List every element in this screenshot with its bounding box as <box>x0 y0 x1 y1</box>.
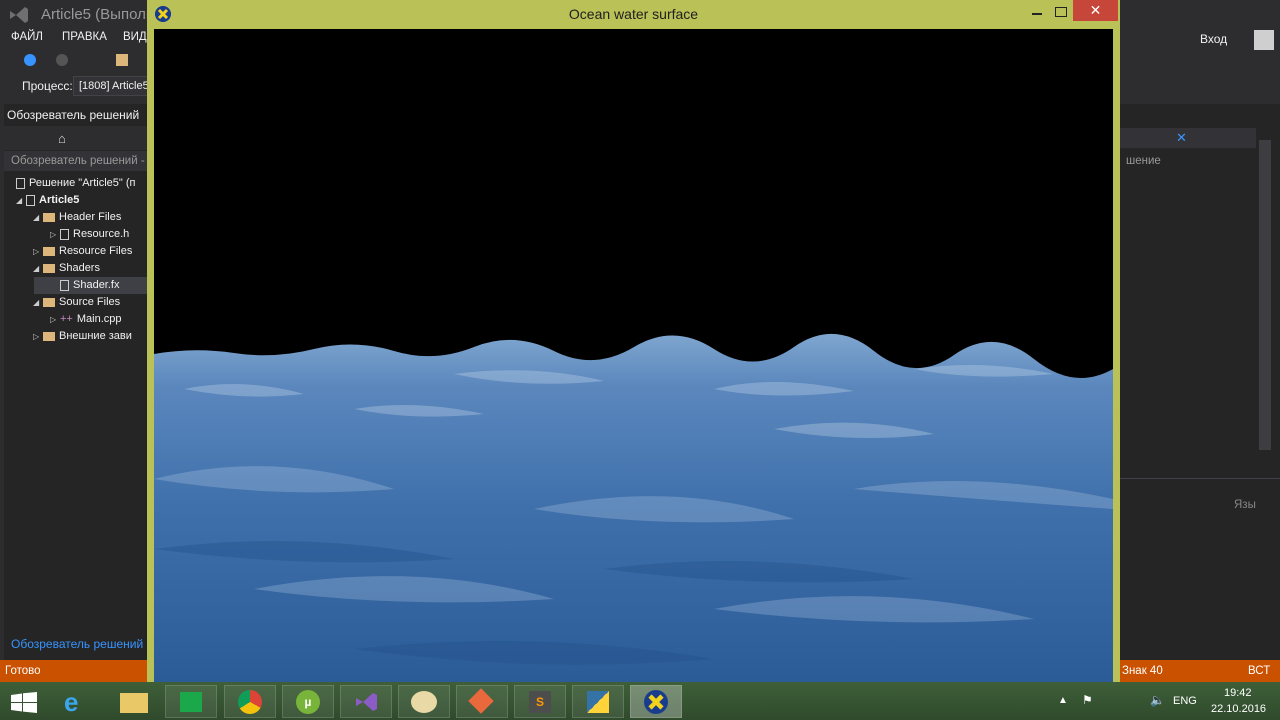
expanded-arrow-icon: ◢ <box>33 298 40 307</box>
expanded-arrow-icon: ◢ <box>16 196 23 205</box>
tree-external-deps[interactable]: ▷ Внешние зави <box>33 328 154 345</box>
taskbar-store[interactable] <box>165 685 217 718</box>
volume-icon[interactable]: 🔈 <box>1150 693 1165 707</box>
tree-main-cpp[interactable]: ▷ ++ Main.cpp <box>50 311 154 328</box>
ocean-surface-render <box>154 333 1113 682</box>
sublime-icon: S <box>529 691 551 713</box>
vertical-scrollbar[interactable] <box>1259 140 1271 450</box>
status-column: Знак 40 <box>1122 665 1163 677</box>
tray-overflow-icon[interactable]: ▲ <box>1058 695 1068 706</box>
home-icon[interactable]: ⌂ <box>58 131 66 146</box>
taskbar-chrome[interactable] <box>224 685 276 718</box>
right-panel-label: шение <box>1126 155 1161 167</box>
tree-solution[interactable]: Решение "Article5" (п <box>16 175 154 192</box>
clear-icon[interactable]: ✕ <box>1176 130 1187 146</box>
file-icon <box>60 279 69 291</box>
clock-date[interactable]: 22.10.2016 <box>1211 703 1266 715</box>
input-language[interactable]: ENG <box>1173 695 1197 707</box>
directx-app-icon <box>155 6 171 22</box>
close-button[interactable]: ✕ <box>1073 0 1118 21</box>
solution-explorer-tab[interactable]: Обозреватель решений <box>11 637 143 651</box>
taskbar-explorer[interactable] <box>108 685 160 718</box>
collapsed-arrow-icon: ▷ <box>33 332 40 341</box>
store-icon <box>180 692 202 712</box>
folder-icon <box>43 212 55 222</box>
open-folder-icon[interactable] <box>116 54 128 66</box>
solution-explorer-search[interactable]: Обозреватель решений - п <box>4 151 154 171</box>
minimize-icon <box>1032 13 1042 15</box>
menu-view[interactable]: ВИД <box>123 31 147 43</box>
taskbar-git[interactable] <box>456 685 508 718</box>
tree-project[interactable]: ◢ Article5 <box>16 192 154 209</box>
taskbar-ocean-app[interactable] <box>630 685 682 718</box>
start-icon <box>11 692 37 713</box>
solution-icon <box>16 177 25 189</box>
expanded-arrow-icon: ◢ <box>33 213 40 222</box>
folder-icon <box>43 263 55 273</box>
process-label: Процесс: <box>22 79 73 93</box>
tree-shaders[interactable]: ◢ Shaders <box>33 260 154 277</box>
utorrent-icon: µ <box>296 690 320 714</box>
visualstudio-icon <box>356 693 377 711</box>
taskbar-ie[interactable]: e <box>52 685 104 718</box>
status-ready: Готово <box>5 665 41 677</box>
back-icon[interactable] <box>24 54 36 66</box>
clock-time[interactable]: 19:42 <box>1224 687 1252 699</box>
language-column-label: Язы <box>1234 499 1256 511</box>
cpp-file-icon: ++ <box>60 313 73 325</box>
minimize-button[interactable] <box>1025 2 1049 22</box>
maximize-button[interactable] <box>1048 2 1072 22</box>
right-lower-panel <box>1120 478 1280 661</box>
sign-in-link[interactable]: Вход <box>1200 32 1227 46</box>
chrome-icon <box>238 690 262 714</box>
git-icon <box>468 688 494 714</box>
visual-studio-logo-icon <box>10 7 28 23</box>
solution-explorer-title: Обозреватель решений <box>7 108 140 122</box>
explorer-icon <box>120 693 148 713</box>
tree-shader-fx[interactable]: Shader.fx <box>34 277 154 294</box>
close-icon: ✕ <box>1089 2 1102 18</box>
forward-icon[interactable] <box>56 54 68 66</box>
folder-icon <box>43 331 55 341</box>
project-icon <box>26 194 35 206</box>
menu-edit[interactable]: ПРАВКА <box>62 31 107 43</box>
tree-resource-files[interactable]: ▷ Resource Files <box>33 243 154 260</box>
folder-icon <box>43 246 55 256</box>
tree-source-files[interactable]: ◢ Source Files <box>33 294 154 311</box>
menu-file[interactable]: ФАЙЛ <box>11 31 43 43</box>
start-button[interactable] <box>0 685 52 718</box>
collapsed-arrow-icon: ▷ <box>50 230 57 239</box>
taskbar-sublime[interactable]: S <box>514 685 566 718</box>
taskbar-paint[interactable] <box>398 685 450 718</box>
flag-icon[interactable]: ⚑ <box>1082 693 1093 707</box>
vs-window-title: Article5 (Выполн <box>41 6 155 23</box>
collapsed-arrow-icon: ▷ <box>50 315 57 324</box>
ie-icon: e <box>64 687 79 717</box>
paint-icon <box>411 691 437 713</box>
avatar[interactable] <box>1254 30 1274 50</box>
status-insert-mode: ВСТ <box>1248 665 1271 677</box>
maximize-icon <box>1055 7 1067 17</box>
ocean-render-viewport[interactable] <box>154 29 1113 682</box>
python-icon <box>587 691 609 713</box>
taskbar-utorrent[interactable]: µ <box>282 685 334 718</box>
folder-icon <box>43 297 55 307</box>
ocean-window-title: Ocean water surface <box>568 6 699 22</box>
taskbar-python[interactable] <box>572 685 624 718</box>
collapsed-arrow-icon: ▷ <box>33 247 40 256</box>
tree-header-files[interactable]: ◢ Header Files <box>33 209 154 226</box>
tree-resource-h[interactable]: ▷ Resource.h <box>50 226 154 243</box>
expanded-arrow-icon: ◢ <box>33 264 40 273</box>
right-search-box[interactable]: ✕ <box>1120 128 1256 148</box>
taskbar-visual-studio[interactable] <box>340 685 392 718</box>
solution-explorer-toolbar: ⌂ <box>4 126 154 150</box>
header-file-icon <box>60 228 69 240</box>
directx-app-icon <box>644 690 668 714</box>
